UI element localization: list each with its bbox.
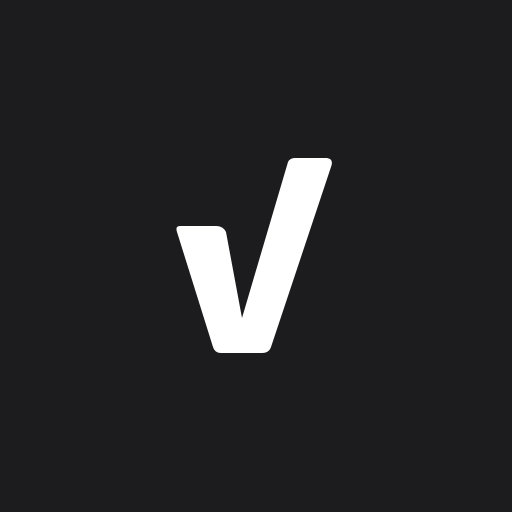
app-icon [0, 0, 512, 512]
check-mark-icon [176, 158, 332, 353]
